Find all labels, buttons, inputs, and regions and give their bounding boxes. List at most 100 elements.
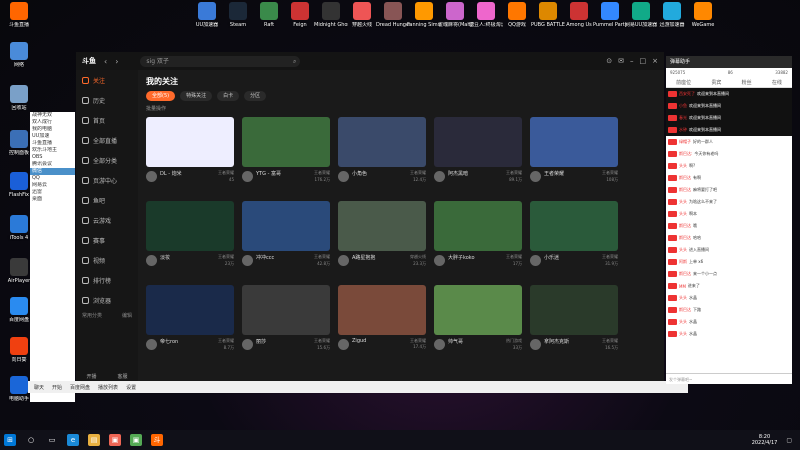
batch-action[interactable]: 批量操作 <box>146 105 656 112</box>
stream-thumbnail[interactable] <box>434 285 522 335</box>
download-icon[interactable]: ⊙ <box>606 57 612 65</box>
stream-thumbnail[interactable] <box>146 201 234 251</box>
stream-thumbnail[interactable] <box>530 285 618 335</box>
sidebar-item[interactable]: 全部分类 <box>76 150 138 170</box>
desktop-icon[interactable]: Steam <box>221 2 255 28</box>
notification-icon[interactable]: ▢ <box>786 437 792 444</box>
task-view-icon[interactable]: ▭ <box>46 434 58 446</box>
chat-username[interactable]: 绿帽子 <box>679 139 691 145</box>
sidebar-item[interactable]: 页游中心 <box>76 170 138 190</box>
search-icon[interactable]: ○ <box>25 434 37 446</box>
list-item[interactable]: 欢乐斗地主 <box>30 147 75 154</box>
desktop-icon[interactable]: 网络 <box>2 42 36 68</box>
stream-card[interactable]: 大胖子koko 王者荣耀 17万 <box>434 201 522 280</box>
chat-username[interactable]: 西安死了 <box>679 91 695 97</box>
list-item[interactable]: 我的电脑 <box>30 126 75 133</box>
chat-username[interactable]: 斯巴达 <box>679 235 691 241</box>
sidebar-bottom-link[interactable]: 开播 <box>86 373 96 380</box>
stream-thumbnail[interactable] <box>242 285 330 335</box>
stream-card[interactable]: 帅气哥 热门游戏 33万 <box>434 285 522 364</box>
stream-card[interactable]: 王者荣耀 王者荣耀 108万 <box>530 117 618 196</box>
chat-username[interactable]: 斯巴达 <box>679 187 691 193</box>
sidebar-item[interactable]: 排行榜 <box>76 270 138 290</box>
stream-card[interactable]: A路星抱抱 穿越火线 23.3万 <box>338 201 426 280</box>
sidebar-item[interactable]: 关注 <box>76 70 138 90</box>
chat-username[interactable]: 水钟 <box>679 127 687 133</box>
sidebar-bottom-link[interactable]: 客服 <box>117 373 127 380</box>
bottom-toolbar-item[interactable]: 聊天 <box>34 384 44 391</box>
chat-username[interactable]: 阿斯 <box>679 259 687 265</box>
sidebar-item[interactable]: 首页 <box>76 110 138 130</box>
search-icon[interactable]: ⌕ <box>293 56 296 67</box>
sidebar-item[interactable]: 全部直播 <box>76 130 138 150</box>
desktop-icon[interactable]: 回收站 <box>2 85 36 111</box>
sidebar-item[interactable]: 浏览器 <box>76 290 138 310</box>
maximize-icon[interactable]: □ <box>640 57 647 65</box>
sidebar-item[interactable]: 赛事 <box>76 230 138 250</box>
sidebar-item[interactable]: 鱼吧 <box>76 190 138 210</box>
douyu-taskbar-icon[interactable]: 斗 <box>151 434 163 446</box>
chat-username[interactable]: 头头 <box>679 211 687 217</box>
stream-thumbnail[interactable] <box>242 201 330 251</box>
bottom-toolbar-item[interactable]: 开始 <box>52 384 62 391</box>
chat-username[interactable]: 斯巴达 <box>679 223 691 229</box>
edge-icon[interactable]: e <box>67 434 79 446</box>
stream-thumbnail[interactable] <box>338 201 426 251</box>
list-item[interactable]: 桌面 <box>30 196 75 203</box>
desktop-icon[interactable]: Fanning Simulato.. <box>407 2 441 28</box>
chat-username[interactable]: 春光 <box>679 115 687 121</box>
stream-card[interactable]: YTG - 富哥 王者荣耀 176.2万 <box>242 117 330 196</box>
stream-thumbnail[interactable] <box>338 117 426 167</box>
stream-card[interactable]: 小角色 王者荣耀 12.4万 <box>338 117 426 196</box>
chat-username[interactable]: 头头 <box>679 331 687 337</box>
stream-card[interactable]: DL - 炮米 王者荣耀 45 <box>146 117 234 196</box>
start-icon[interactable]: ⊞ <box>4 434 16 446</box>
chat-tab[interactable]: 在线 <box>772 78 782 87</box>
bottom-toolbar-item[interactable]: 播放列表 <box>98 384 118 391</box>
app-icon[interactable]: ▣ <box>130 434 142 446</box>
list-item[interactable]: 网易云 <box>30 182 75 189</box>
desktop-icon[interactable]: 斗鱼直播 <box>2 2 36 28</box>
search-input[interactable]: sig 双子 ⌕ <box>140 55 301 67</box>
message-icon[interactable]: ✉ <box>618 57 624 65</box>
chat-username[interactable]: 头头 <box>679 163 687 169</box>
desktop-icon[interactable]: PUBG BATTLEGR.. <box>531 2 565 28</box>
stream-thumbnail[interactable] <box>338 285 426 335</box>
stream-thumbnail[interactable] <box>434 117 522 167</box>
list-item[interactable]: UU加速 <box>30 133 75 140</box>
list-item[interactable]: QQ <box>30 175 75 182</box>
sidebar-item[interactable]: 云游戏 <box>76 210 138 230</box>
stream-card[interactable]: 阿杰黑暗 王者荣耀 89.1万 <box>434 117 522 196</box>
stream-thumbnail[interactable] <box>434 201 522 251</box>
desktop-icon[interactable]: WeGame <box>686 2 720 28</box>
desktop-icon[interactable]: UU加速器 <box>190 2 224 28</box>
bottom-toolbar-item[interactable]: 百度网盘 <box>70 384 90 391</box>
chat-username[interactable]: 小鱼 <box>679 103 687 109</box>
stream-card[interactable]: 冲冲ccc 王者荣耀 42.8万 <box>242 201 330 280</box>
filter-chip[interactable]: 特殊关注 <box>180 91 213 101</box>
desktop-icon[interactable]: 糖豆人:终极淘汰赛 <box>469 2 503 28</box>
stream-card[interactable]: 丽莎 王者荣耀 15.6万 <box>242 285 330 364</box>
chat-username[interactable]: 头头 <box>679 295 687 301</box>
sidebar-item[interactable]: 历史 <box>76 90 138 110</box>
list-item[interactable]: 腾讯会议 <box>30 161 75 168</box>
filter-chip[interactable]: 分区 <box>244 91 267 101</box>
minimize-icon[interactable]: – <box>630 57 634 65</box>
chat-username[interactable]: 头头 <box>679 247 687 253</box>
chat-tab[interactable]: 前座位 <box>676 78 691 87</box>
chat-username[interactable]: 斯巴达 <box>679 307 691 313</box>
chat-tab[interactable]: 粉丝 <box>742 78 752 87</box>
desktop-icon[interactable]: Raft <box>252 2 286 28</box>
stream-thumbnail[interactable] <box>146 285 234 335</box>
list-item[interactable]: 斗鱼直播 <box>30 140 75 147</box>
forward-icon[interactable]: › <box>115 57 118 66</box>
desktop-icon[interactable]: Dread Hunger <box>376 2 410 28</box>
desktop-icon[interactable]: Pummel Party <box>593 2 627 28</box>
stream-card[interactable]: 小乐迷 王者荣耀 31.9万 <box>530 201 618 280</box>
list-item[interactable]: OBS <box>30 154 75 161</box>
bottom-toolbar-item[interactable]: 设置 <box>126 384 136 391</box>
chat-username[interactable]: 头头 <box>679 319 687 325</box>
stream-thumbnail[interactable] <box>146 117 234 167</box>
desktop-icon[interactable]: Among Us <box>562 2 596 28</box>
desktop-icon[interactable]: Midnight Ghost Hunt <box>314 2 348 28</box>
